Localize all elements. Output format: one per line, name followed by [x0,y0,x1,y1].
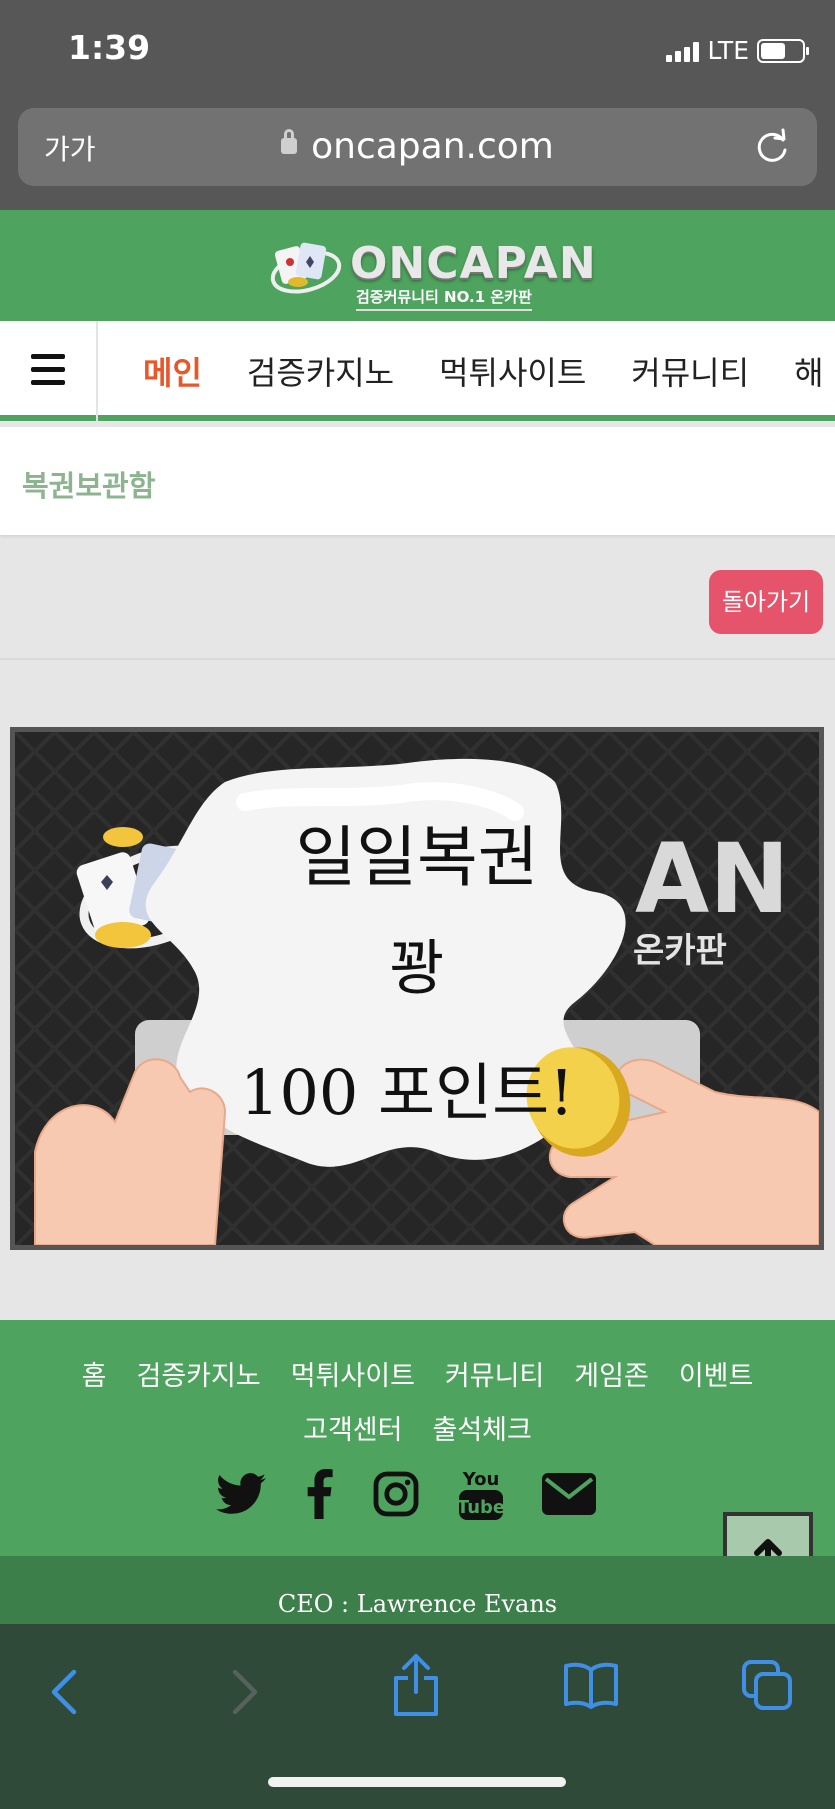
status-time: 1:39 [68,28,151,67]
social-links: You Tube [216,1466,596,1522]
page-title-bar: 복권보관함 [0,427,835,535]
footer-link-community[interactable]: 커뮤니티 [445,1361,544,1392]
copyright-bar: CEO : Lawrence Evans [0,1556,835,1624]
back-arrow-icon[interactable] [44,1658,84,1718]
youtube-icon[interactable]: You Tube [458,1466,504,1522]
share-icon[interactable] [390,1652,442,1718]
signal-icon [666,40,700,62]
address-bar[interactable]: 가가 oncapan.com [18,108,817,186]
nav-item-main[interactable]: 메인 [143,348,202,394]
lottery-title: 일일복권 [295,819,539,896]
battery-icon [757,38,809,63]
browser-chrome: 1:39 LTE 가가 oncapan.com [0,0,835,210]
nav-items: 메인 검증카지노 먹튀사이트 커뮤니티 해 [98,321,824,421]
footer-link-customer-center[interactable]: 고객센터 [303,1415,402,1446]
footer-link-attendance[interactable]: 출석체크 [433,1415,532,1446]
site-logo[interactable]: ONCAPAN 검증커뮤니티 NO.1 온카판 [268,232,596,311]
browser-toolbar [0,1624,835,1809]
footer-link-home[interactable]: 홈 [82,1361,107,1392]
tabs-icon[interactable] [740,1658,794,1712]
reload-icon[interactable] [753,128,791,166]
site-footer: 홈 검증카지노 먹튀사이트 커뮤니티 게임존 이벤트 고객센터 출석체크 You Tube [0,1320,835,1556]
nav-item-overflow[interactable]: 해 [794,348,823,394]
copyright-text: CEO : Lawrence Evans [277,1590,558,1618]
nav-item-verified-casino[interactable]: 검증카지노 [247,348,394,394]
lock-icon [281,129,298,154]
footer-link-verified-casino[interactable]: 검증카지노 [137,1361,261,1392]
nav-item-scam-sites[interactable]: 먹튀사이트 [439,348,586,394]
site-header: ONCAPAN 검증커뮤니티 NO.1 온카판 [0,210,835,321]
twitter-icon[interactable] [216,1473,266,1515]
svg-text:You: You [462,1469,500,1490]
footer-link-scam-sites[interactable]: 먹튀사이트 [291,1361,415,1392]
logo-text: ONCAPAN [350,238,597,289]
page-title: 복권보관함 [22,469,156,503]
back-button[interactable]: 돌아가기 [709,570,823,634]
main-nav: 메인 검증카지노 먹튀사이트 커뮤니티 해 [0,321,835,421]
instagram-icon[interactable] [372,1470,420,1518]
cards-logo-icon [270,242,342,294]
home-indicator [268,1777,566,1787]
url-text: oncapan.com [311,126,554,167]
hamburger-menu-icon[interactable] [0,321,98,421]
logo-subtitle: 검증커뮤니티 NO.1 온카판 [356,286,532,311]
nav-item-community[interactable]: 커뮤니티 [631,348,749,394]
forward-arrow-icon [232,1669,258,1715]
svg-text:Tube: Tube [458,1497,504,1518]
status-indicators: LTE [666,36,809,65]
url-display[interactable]: oncapan.com [18,126,817,167]
network-label: LTE [707,36,749,65]
bookmarks-icon[interactable] [562,1660,620,1710]
lottery-scratch-card[interactable]: AN 온카판 일일복권 꽝 100 포인트! [10,727,824,1250]
footer-link-game-zone[interactable]: 게임존 [574,1361,649,1392]
mail-icon[interactable] [542,1473,596,1515]
facebook-icon[interactable] [304,1469,334,1519]
lottery-points: 100 포인트! [240,1056,575,1129]
footer-link-events[interactable]: 이벤트 [679,1361,754,1392]
footer-links: 홈 검증카지노 먹튀사이트 커뮤니티 게임존 이벤트 고객센터 출석체크 [0,1350,835,1458]
lottery-result: 꽝 [389,934,445,1004]
divider [0,658,835,660]
